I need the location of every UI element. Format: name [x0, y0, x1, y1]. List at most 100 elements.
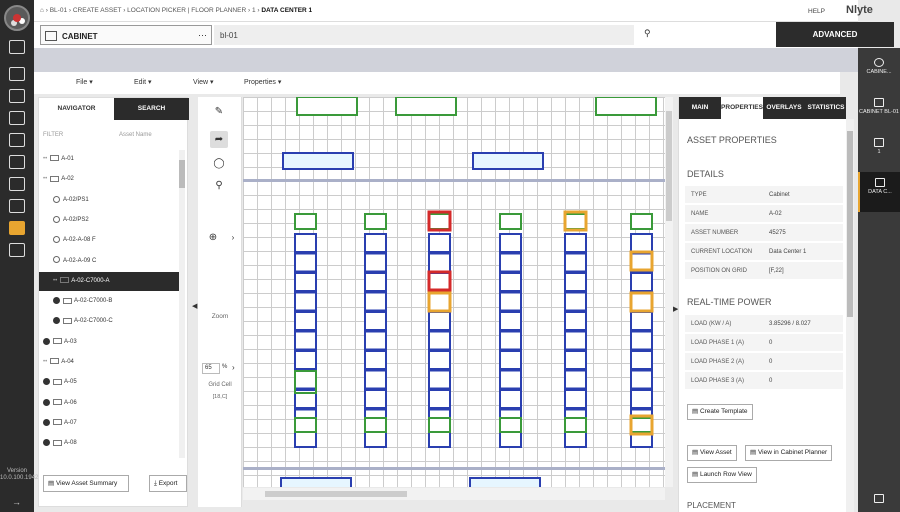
launch-row-view-button[interactable]: ▤ Launch Row View — [687, 467, 757, 483]
expand-icon[interactable] — [43, 337, 50, 345]
zoom-percent-input[interactable]: 65 — [202, 363, 220, 374]
tab-properties[interactable]: PROPERTIES — [721, 97, 763, 119]
rack[interactable] — [499, 252, 522, 273]
rack[interactable] — [564, 389, 587, 409]
floor-plan[interactable] — [243, 97, 665, 487]
asset-name-filter[interactable]: Asset Name — [119, 132, 152, 138]
tree-item[interactable]: A-02-A-09 C — [39, 252, 179, 271]
rack[interactable] — [499, 291, 522, 312]
end-cap[interactable] — [364, 213, 387, 230]
rack[interactable] — [499, 311, 522, 331]
rack[interactable] — [364, 252, 387, 273]
rack[interactable] — [428, 350, 451, 370]
rack[interactable] — [364, 233, 387, 253]
rack[interactable] — [564, 311, 587, 331]
rack[interactable] — [630, 272, 653, 292]
tree-item[interactable]: A-07 — [39, 414, 179, 433]
crac-unit[interactable] — [472, 152, 544, 170]
collapse-left-icon[interactable]: ◀ — [192, 302, 197, 310]
crac-unit[interactable] — [282, 152, 354, 170]
rack[interactable] — [294, 291, 317, 312]
export-button[interactable]: ⤓ Export — [149, 475, 187, 492]
rack[interactable] — [499, 233, 522, 253]
rack[interactable] — [428, 311, 451, 331]
zoom-apply-icon[interactable]: › — [232, 363, 235, 372]
rail-datacenter[interactable]: DATA C... — [858, 172, 900, 212]
rack[interactable] — [428, 330, 451, 351]
pencil-icon[interactable]: ✎ — [210, 103, 228, 120]
menu-properties[interactable]: Properties ▾ — [244, 78, 281, 86]
properties-scrollbar[interactable] — [846, 119, 854, 512]
tree-item[interactable]: •• A-04 — [39, 353, 179, 372]
report-icon[interactable] — [9, 221, 25, 235]
view-cabinet-planner-button[interactable]: ▤ View in Cabinet Planner — [745, 445, 833, 461]
rack[interactable] — [499, 369, 522, 390]
rack[interactable] — [294, 311, 317, 331]
rack[interactable] — [499, 389, 522, 409]
tree-item[interactable]: A-03 — [39, 333, 179, 352]
rack[interactable] — [499, 330, 522, 351]
rack[interactable] — [499, 272, 522, 292]
advanced-button[interactable]: ADVANCED — [776, 22, 894, 47]
tree-item[interactable]: •• A-02-C7000-A — [39, 271, 179, 291]
end-cap[interactable] — [294, 417, 317, 433]
menu-view[interactable]: View ▾ — [193, 78, 214, 86]
menu-edit[interactable]: Edit ▾ — [134, 78, 152, 86]
crumb-location[interactable]: LOCATION PICKER — [127, 7, 186, 14]
tree-item[interactable]: •• A-02 — [39, 170, 179, 189]
rack[interactable] — [630, 311, 653, 331]
logout-icon[interactable]: → — [12, 497, 21, 507]
navigator-scrollbar[interactable] — [179, 150, 185, 458]
end-cap[interactable] — [428, 213, 451, 230]
rack[interactable] — [364, 389, 387, 409]
rack[interactable] — [564, 291, 587, 312]
rail-cabinet[interactable]: CABINET BL-01 — [858, 92, 900, 132]
rack[interactable] — [364, 330, 387, 351]
end-cap[interactable] — [364, 417, 387, 433]
list-icon[interactable] — [9, 199, 25, 213]
canvas-v-scrollbar[interactable] — [665, 97, 673, 487]
crumb-create[interactable]: CREATE ASSET — [73, 7, 122, 14]
tree-item[interactable]: A-02-C7000-B — [39, 292, 179, 311]
tree-item[interactable]: A-02/PS2 — [39, 211, 179, 230]
rack[interactable] — [294, 350, 317, 370]
view-asset-summary-button[interactable]: ▤ View Asset Summary — [43, 475, 129, 492]
zoom-in-icon[interactable]: ⊕ — [204, 229, 222, 246]
floor-plan-canvas[interactable] — [243, 97, 665, 487]
rack[interactable] — [564, 330, 587, 351]
expand-icon[interactable] — [43, 439, 50, 447]
create-template-button[interactable]: ▤ Create Template — [687, 404, 753, 420]
rack[interactable] — [630, 389, 653, 409]
building-icon[interactable] — [9, 111, 25, 125]
view-asset-button[interactable]: ▤ View Asset — [687, 445, 737, 461]
crumb-one[interactable]: 1 — [252, 7, 256, 14]
rack[interactable] — [564, 252, 587, 273]
rack[interactable] — [630, 369, 653, 390]
rail-menu[interactable] — [858, 488, 900, 512]
expand-icon[interactable] — [43, 398, 50, 406]
zoom-chevron-icon[interactable]: › — [224, 229, 242, 246]
expand-icon[interactable] — [53, 297, 60, 305]
tree-item[interactable]: •• A-01 — [39, 150, 179, 169]
rack[interactable] — [428, 291, 451, 312]
tree-item[interactable]: A-08 — [39, 434, 179, 453]
crumb-cabinet[interactable]: BL-01 — [50, 7, 67, 14]
rack[interactable] — [499, 350, 522, 370]
zoom-icon[interactable]: ⚲ — [210, 177, 228, 194]
search-icon[interactable]: ⚲ — [644, 28, 651, 39]
end-cap[interactable] — [564, 417, 587, 433]
canvas-h-scrollbar[interactable] — [243, 488, 665, 500]
rack[interactable] — [428, 369, 451, 390]
tree-item[interactable]: A-02-C7000-C — [39, 312, 179, 331]
app-logo[interactable] — [4, 5, 30, 31]
menu-file[interactable]: File ▾ — [76, 78, 93, 86]
layout-icon[interactable] — [9, 155, 25, 169]
end-cap[interactable] — [630, 213, 653, 230]
expand-icon[interactable] — [53, 317, 60, 325]
end-cap[interactable] — [499, 213, 522, 230]
rack[interactable] — [428, 272, 451, 292]
lasso-icon[interactable]: ◯ — [210, 155, 228, 172]
rack[interactable] — [294, 233, 317, 253]
rack[interactable] — [630, 350, 653, 370]
asset-type-select[interactable]: CABINET ⋯ — [40, 25, 212, 45]
